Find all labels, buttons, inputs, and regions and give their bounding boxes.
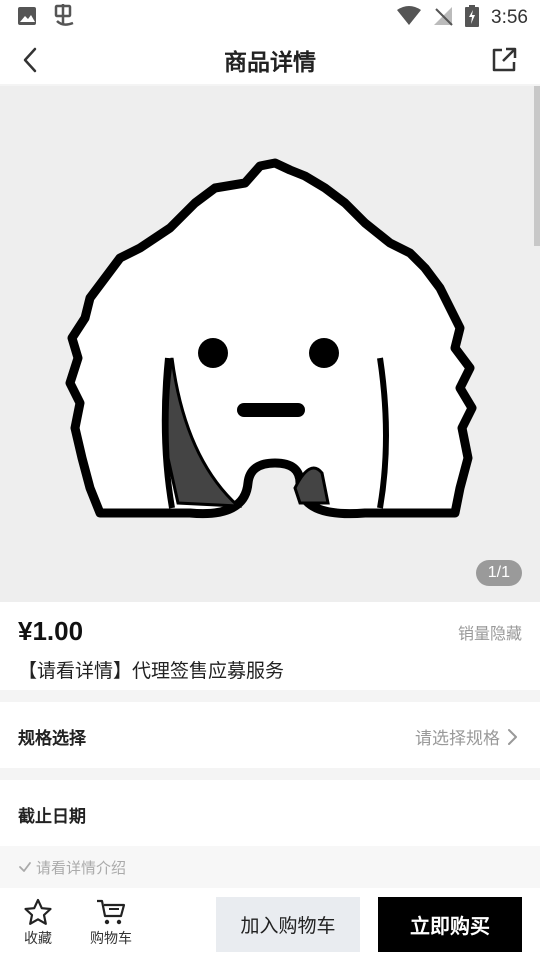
mascot-left-eye: [198, 338, 228, 368]
add-to-cart-button[interactable]: 加入购物车: [216, 897, 360, 952]
deadline-label: 截止日期: [18, 807, 86, 826]
product-image-gallery[interactable]: 1/1: [0, 86, 540, 602]
spec-value[interactable]: 请选择规格: [415, 724, 518, 749]
status-right: 3:56: [397, 4, 528, 32]
mascot-body: [65, 158, 477, 519]
product-price: ¥1.00: [18, 616, 84, 646]
notice-text: 请看详情介绍: [36, 859, 127, 877]
share-button[interactable]: [488, 44, 520, 76]
wifi-icon: [397, 5, 422, 31]
mascot-right-eye: [309, 338, 339, 368]
shopping-cart-icon: [97, 899, 126, 925]
image-notification-icon: [16, 5, 38, 32]
cart-button[interactable]: 购物车: [84, 898, 138, 948]
mascot-mouth: [237, 403, 305, 417]
page-title: 商品详情: [224, 49, 316, 75]
deadline-row: 截止日期: [0, 780, 540, 846]
price-card: ¥1.00 销量隐藏 【请看详情】代理签售应募服务: [0, 602, 540, 690]
favorite-label: 收藏: [24, 930, 52, 946]
favorite-button[interactable]: 收藏: [18, 898, 58, 948]
sales-count: 销量隐藏: [457, 626, 522, 643]
share-external-icon: [492, 47, 517, 72]
spec-placeholder: 请选择规格: [415, 729, 500, 748]
product-image: [60, 158, 490, 543]
status-time: 3:56: [491, 7, 528, 28]
spec-label: 规格选择: [18, 729, 86, 748]
nav-bar: 商品详情: [0, 36, 540, 84]
buy-now-button[interactable]: 立即购买: [378, 897, 522, 952]
app-notification-icon: [52, 3, 78, 34]
gallery-scrollbar[interactable]: [534, 86, 540, 246]
chevron-right-icon: [508, 728, 517, 745]
notice-row: 请看详情介绍: [0, 846, 540, 888]
battery-charging-icon: [465, 4, 480, 32]
check-icon: [19, 862, 31, 872]
chevron-left-icon: [23, 47, 37, 73]
star-icon: [24, 898, 52, 925]
status-bar: 3:56: [0, 0, 540, 36]
cart-label: 购物车: [90, 930, 132, 946]
product-name: 【请看详情】代理签售应募服务: [18, 661, 285, 682]
status-left: [16, 3, 78, 34]
bottom-action-bar: 收藏 购物车 加入购物车 立即购买: [0, 888, 540, 960]
spec-selector[interactable]: 规格选择 请选择规格: [0, 702, 540, 768]
back-button[interactable]: [14, 44, 46, 76]
image-counter: 1/1: [475, 560, 522, 586]
no-signal-icon: [433, 6, 453, 31]
